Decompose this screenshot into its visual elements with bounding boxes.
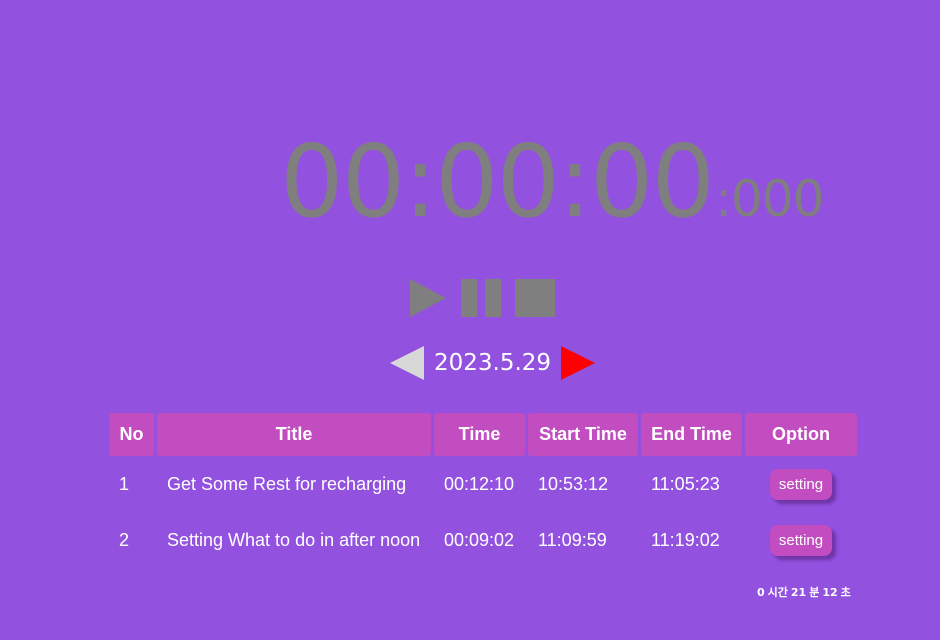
cell-time: 00:12:10 [444,473,515,494]
total-minutes: 21 [790,586,807,599]
cell-option: setting [745,512,857,568]
total-minutes-unit: 분 [809,586,820,599]
header-start-time: Start Time [528,413,638,456]
cell-option: setting [745,456,857,512]
total-seconds-unit: 초 [840,586,851,599]
cell-start-time: 10:53:12 [538,473,609,494]
right-triangle-icon[interactable] [561,346,596,380]
setting-button[interactable]: setting [769,524,833,556]
table-row: 1 Get Some Rest for recharging 00:12:10 … [109,456,857,512]
cell-no: 2 [119,529,130,550]
stop-icon[interactable] [515,279,555,317]
total-hours: 0 [757,586,765,599]
total-duration: 0 시간 21 분 12 초 [757,584,854,600]
date-navigation: 2023.5.29 [390,346,596,380]
cell-start-time: 11:09:59 [538,529,607,550]
cell-no: 1 [119,473,130,494]
timer-main: 00:00:00 [280,123,715,240]
cell-time: 00:09:02 [444,529,515,550]
header-end-time: End Time [641,413,742,456]
current-date: 2023.5.29 [434,350,552,376]
header-time: Time [434,413,525,456]
cell-end-time: 11:05:23 [651,473,720,494]
left-triangle-icon[interactable] [390,346,424,380]
setting-button[interactable]: setting [769,468,833,500]
table-header-row: No Title Time Start Time End Time Option [109,413,857,456]
play-icon[interactable] [409,279,447,317]
task-table-container: No Title Time Start Time End Time Option… [106,413,860,568]
timer-controls [409,279,555,317]
timer-milliseconds: :000 [715,170,824,228]
pause-icon[interactable] [461,279,501,317]
header-option: Option [745,413,857,456]
task-table: No Title Time Start Time End Time Option… [106,413,860,568]
header-title: Title [157,413,431,456]
total-seconds: 12 [822,586,838,599]
header-no: No [109,413,154,456]
stopwatch-display: 00:00:00:000 [280,132,824,232]
cell-end-time: 11:19:02 [651,529,720,550]
total-hours-unit: 시간 [767,586,788,599]
cell-title: Get Some Rest for recharging [167,473,407,494]
table-row: 2 Setting What to do in after noon 00:09… [109,512,857,568]
cell-title: Setting What to do in after noon [167,529,421,550]
